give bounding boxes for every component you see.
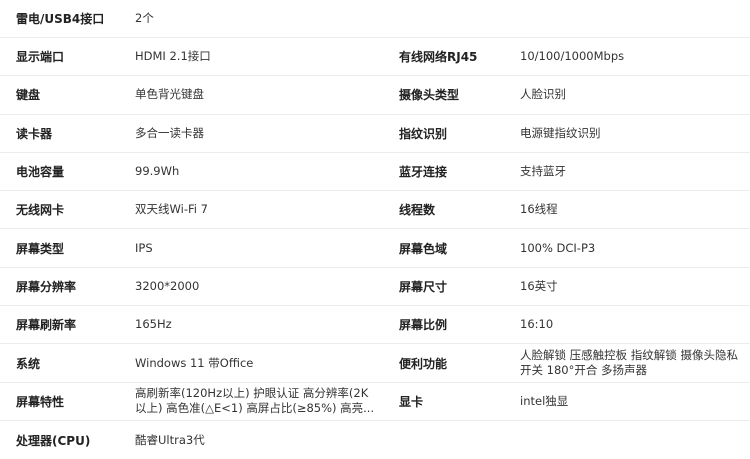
spec-table: 雷电/USB4接口 2个 显示端口 HDMI 2.1接口 有线网络RJ45 10… <box>0 0 750 459</box>
spec-row: 无线网卡 双天线Wi-Fi 7 线程数 16线程 <box>0 191 750 230</box>
spec-label: 系统 <box>16 356 41 371</box>
spec-row: 屏幕刷新率 165Hz 屏幕比例 16:10 <box>0 306 750 345</box>
spec-value: 99.9Wh <box>135 164 180 179</box>
spec-value: 100% DCI-P3 <box>520 240 596 255</box>
spec-value: HDMI 2.1接口 <box>135 49 211 64</box>
spec-label: 处理器(CPU) <box>16 433 91 448</box>
spec-row: 雷电/USB4接口 2个 <box>0 0 750 38</box>
spec-value: Windows 11 带Office <box>135 355 254 370</box>
spec-value: 高刷新率(120Hz以上) 护眼认证 高分辨率(2K以上) 高色准(△E<1) … <box>120 383 384 420</box>
spec-value: 165Hz <box>135 317 172 332</box>
spec-label: 读卡器 <box>16 126 53 141</box>
spec-value: 人脸识别 <box>520 87 566 102</box>
spec-label: 屏幕特性 <box>16 394 65 409</box>
spec-label: 屏幕色域 <box>399 241 448 256</box>
spec-row: 读卡器 多合一读卡器 指纹识别 电源键指纹识别 <box>0 115 750 153</box>
spec-row: 系统 Windows 11 带Office 便利功能 人脸解锁 压感触控板 指纹… <box>0 344 750 383</box>
spec-row: 屏幕分辨率 3200*2000 屏幕尺寸 16英寸 <box>0 268 750 307</box>
spec-label: 电池容量 <box>16 165 65 180</box>
spec-label: 蓝牙连接 <box>399 165 448 180</box>
spec-label: 线程数 <box>399 203 436 218</box>
spec-value: IPS <box>135 240 153 255</box>
spec-label: 显卡 <box>399 394 424 409</box>
spec-label: 指纹识别 <box>399 126 448 141</box>
spec-row: 电池容量 99.9Wh 蓝牙连接 支持蓝牙 <box>0 153 750 192</box>
spec-value: 3200*2000 <box>135 278 200 293</box>
spec-label: 屏幕尺寸 <box>399 279 448 294</box>
spec-value: 酷睿Ultra3代 <box>135 432 205 447</box>
spec-value: 16:10 <box>520 317 554 332</box>
spec-label: 便利功能 <box>399 356 448 371</box>
spec-label: 无线网卡 <box>16 203 65 218</box>
spec-label: 显示端口 <box>16 50 65 65</box>
spec-value: 16线程 <box>520 202 558 217</box>
spec-value-text: 高刷新率(120Hz以上) 护眼认证 高分辨率(2K以上) 高色准(△E<1) … <box>135 386 375 416</box>
spec-value: intel独显 <box>520 393 569 408</box>
spec-value: 双天线Wi-Fi 7 <box>135 202 208 217</box>
spec-label: 键盘 <box>16 88 41 103</box>
spec-label: 屏幕比例 <box>399 318 448 333</box>
spec-row: 屏幕特性 高刷新率(120Hz以上) 护眼认证 高分辨率(2K以上) 高色准(△… <box>0 383 750 421</box>
spec-row: 键盘 单色背光键盘 摄像头类型 人脸识别 <box>0 76 750 115</box>
spec-label: 屏幕刷新率 <box>16 318 77 333</box>
spec-label: 屏幕类型 <box>16 241 65 256</box>
spec-row: 处理器(CPU) 酷睿Ultra3代 <box>0 421 750 459</box>
spec-value: 10/100/1000Mbps <box>520 49 625 64</box>
spec-label: 有线网络RJ45 <box>399 50 478 65</box>
spec-value: 支持蓝牙 <box>520 164 566 179</box>
spec-value: 单色背光键盘 <box>135 87 204 102</box>
spec-value: 多合一读卡器 <box>135 125 204 140</box>
spec-value-text: 人脸解锁 压感触控板 指纹解锁 摄像头隐私开关 180°开合 多扬声器 <box>520 348 738 378</box>
spec-label: 摄像头类型 <box>399 88 460 103</box>
spec-row: 显示端口 HDMI 2.1接口 有线网络RJ45 10/100/1000Mbps <box>0 38 750 77</box>
spec-value: 人脸解锁 压感触控板 指纹解锁 摄像头隐私开关 180°开合 多扬声器 <box>505 344 750 381</box>
spec-row: 屏幕类型 IPS 屏幕色域 100% DCI-P3 <box>0 229 750 268</box>
spec-value: 电源键指纹识别 <box>520 125 601 140</box>
spec-label: 雷电/USB4接口 <box>16 12 105 26</box>
spec-value: 2个 <box>135 11 154 25</box>
spec-value: 16英寸 <box>520 278 558 293</box>
spec-label: 屏幕分辨率 <box>16 279 77 294</box>
